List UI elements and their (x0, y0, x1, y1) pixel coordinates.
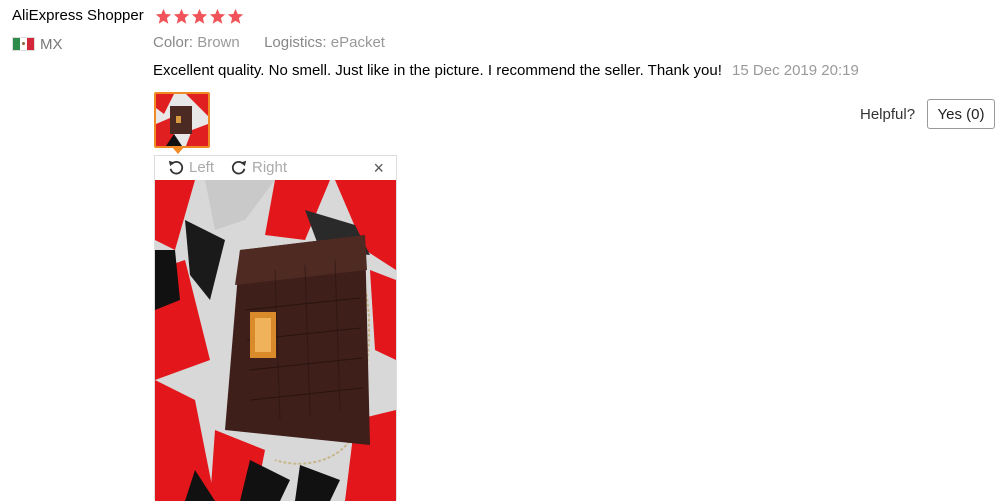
logistics-value: ePacket (330, 34, 385, 51)
thumbnail-image (156, 94, 208, 146)
star-icon (155, 8, 172, 24)
review-photo (155, 180, 396, 501)
star-icon (227, 8, 244, 24)
star-icon (173, 8, 190, 24)
country-code: MX (40, 36, 63, 53)
rotate-left-label: Left (189, 158, 215, 176)
review-text: Excellent quality. No smell. Just like i… (153, 62, 722, 79)
helpful-label: Helpful? (860, 106, 916, 123)
thumbnail-pointer (172, 147, 184, 154)
review-body: Excellent quality. No smell. Just like i… (153, 62, 859, 79)
rotate-right-button[interactable]: Right (230, 158, 287, 176)
color-value: Brown (197, 34, 240, 51)
rotate-left-icon (168, 160, 184, 175)
rotate-left-button[interactable]: Left (167, 158, 214, 176)
rotate-right-icon (231, 160, 247, 175)
star-icon (191, 8, 208, 24)
viewer-toolbar: Left Right × (155, 156, 396, 180)
star-rating (155, 8, 244, 25)
review-date: 15 Dec 2019 20:19 (732, 62, 859, 79)
reviewer-name: AliExpress Shopper (12, 7, 144, 24)
review-photo-thumbnail[interactable] (154, 92, 210, 148)
handbag-photo (155, 180, 396, 501)
purchase-attributes: Color: Brown Logistics: ePacket (153, 34, 385, 51)
color-label: Color: (153, 34, 194, 51)
mexico-flag-icon (12, 37, 35, 51)
helpful-yes-button[interactable]: Yes (0) (927, 99, 995, 129)
close-icon[interactable]: × (373, 158, 384, 178)
logistics-label: Logistics: (264, 34, 327, 51)
star-icon (209, 8, 226, 24)
rotate-right-label: Right (252, 158, 288, 176)
photo-viewer: Left Right × (154, 155, 397, 501)
